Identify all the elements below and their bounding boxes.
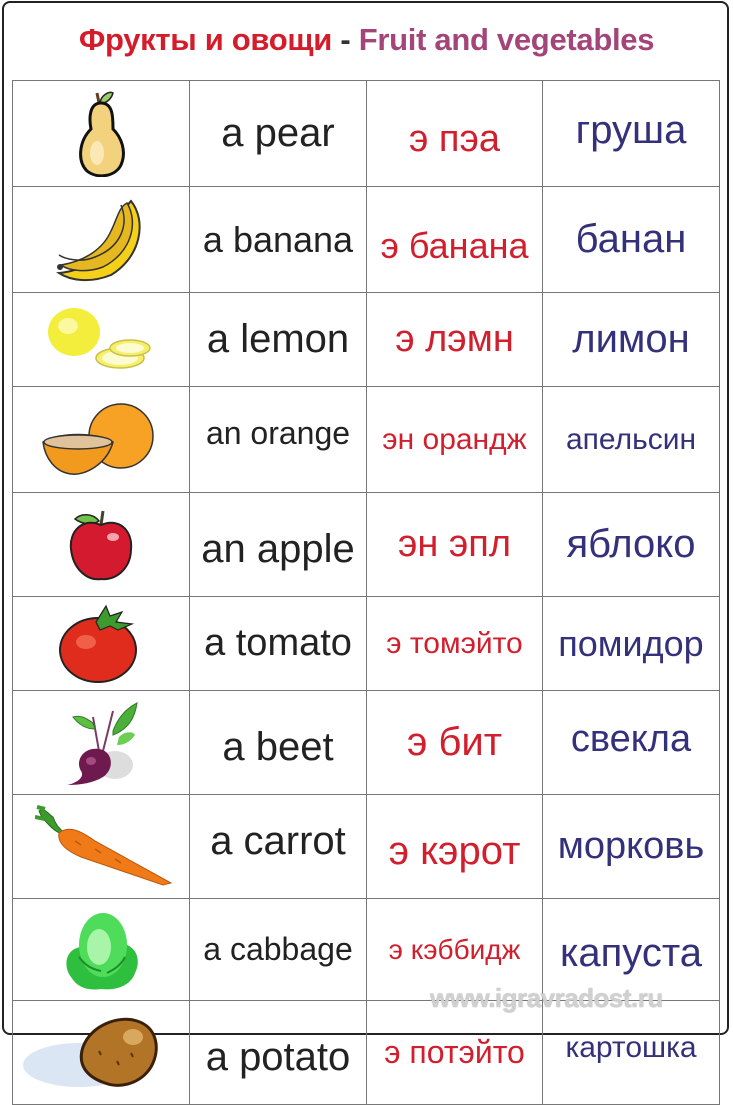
pear-icon bbox=[79, 91, 125, 177]
english-word: a potato bbox=[205, 1035, 351, 1079]
english-word: a tomato bbox=[204, 622, 352, 664]
russian-word: апельсин bbox=[565, 422, 697, 456]
beet-icon bbox=[67, 701, 138, 785]
apple-icon bbox=[69, 510, 133, 580]
tomato-icon bbox=[59, 604, 137, 683]
transcription: э кэрот bbox=[388, 829, 521, 873]
lemon-icon bbox=[48, 307, 151, 369]
cabbage-icon bbox=[66, 912, 138, 989]
russian-word: морковь bbox=[557, 825, 705, 867]
transcription: э пэа bbox=[408, 118, 501, 160]
table-row: a potato э потэйто картошка bbox=[12, 1000, 720, 1105]
transcription: э лэмн bbox=[395, 318, 514, 360]
english-word: an apple bbox=[201, 527, 355, 571]
russian-word: лимон bbox=[572, 317, 690, 361]
potato-icon bbox=[23, 1017, 158, 1087]
table-row: an apple эн эпл яблоко bbox=[12, 492, 720, 597]
watermark: www.igravradost.ru bbox=[430, 983, 663, 1013]
russian-word: груша bbox=[575, 108, 687, 152]
title-separator: - bbox=[340, 22, 351, 57]
russian-word: капуста bbox=[560, 931, 702, 975]
transcription: э кэббидж bbox=[388, 933, 521, 965]
orange-icon bbox=[42, 402, 154, 475]
transcription: э бит bbox=[406, 720, 503, 764]
english-word: a pear bbox=[221, 111, 335, 155]
english-word: a lemon bbox=[206, 317, 350, 361]
russian-word: свекла bbox=[570, 718, 692, 760]
page-title: Фрукты и овощи - Fruit and vegetables bbox=[0, 22, 733, 58]
vocabulary-table: a pear э пэа груша a banana э банана бан… bbox=[12, 80, 720, 1105]
english-word: a carrot bbox=[210, 819, 346, 863]
title-russian: Фрукты и овощи bbox=[78, 22, 333, 57]
russian-word: помидор bbox=[558, 622, 704, 664]
table-row: a lemon э лэмн лимон bbox=[12, 292, 720, 387]
transcription: э томэйто bbox=[386, 626, 523, 660]
title-english: Fruit and vegetables bbox=[358, 22, 655, 57]
transcription: эн эпл bbox=[397, 523, 512, 565]
transcription: э потэйто bbox=[384, 1034, 525, 1070]
english-word: an orange bbox=[205, 415, 351, 451]
table-row: a beet э бит свекла bbox=[12, 690, 720, 795]
carrot-icon bbox=[35, 804, 173, 886]
banana-icon bbox=[56, 199, 141, 281]
table-row: a banana э банана банан bbox=[12, 186, 720, 293]
russian-word: банан bbox=[575, 217, 687, 261]
transcription: эн орандж bbox=[382, 422, 527, 456]
table-row: a tomato э томэйто помидор bbox=[12, 596, 720, 691]
transcription: э банана bbox=[380, 224, 529, 266]
table-row: an orange эн орандж апельсин bbox=[12, 386, 720, 493]
russian-word: яблоко bbox=[566, 522, 696, 566]
english-word: a beet bbox=[222, 725, 334, 769]
table-row: a carrot э кэрот морковь bbox=[12, 794, 720, 899]
english-word: a banana bbox=[202, 218, 354, 260]
table-row: a pear э пэа груша bbox=[12, 80, 720, 187]
russian-word: картошка bbox=[565, 1030, 697, 1064]
english-word: a cabbage bbox=[203, 931, 353, 967]
